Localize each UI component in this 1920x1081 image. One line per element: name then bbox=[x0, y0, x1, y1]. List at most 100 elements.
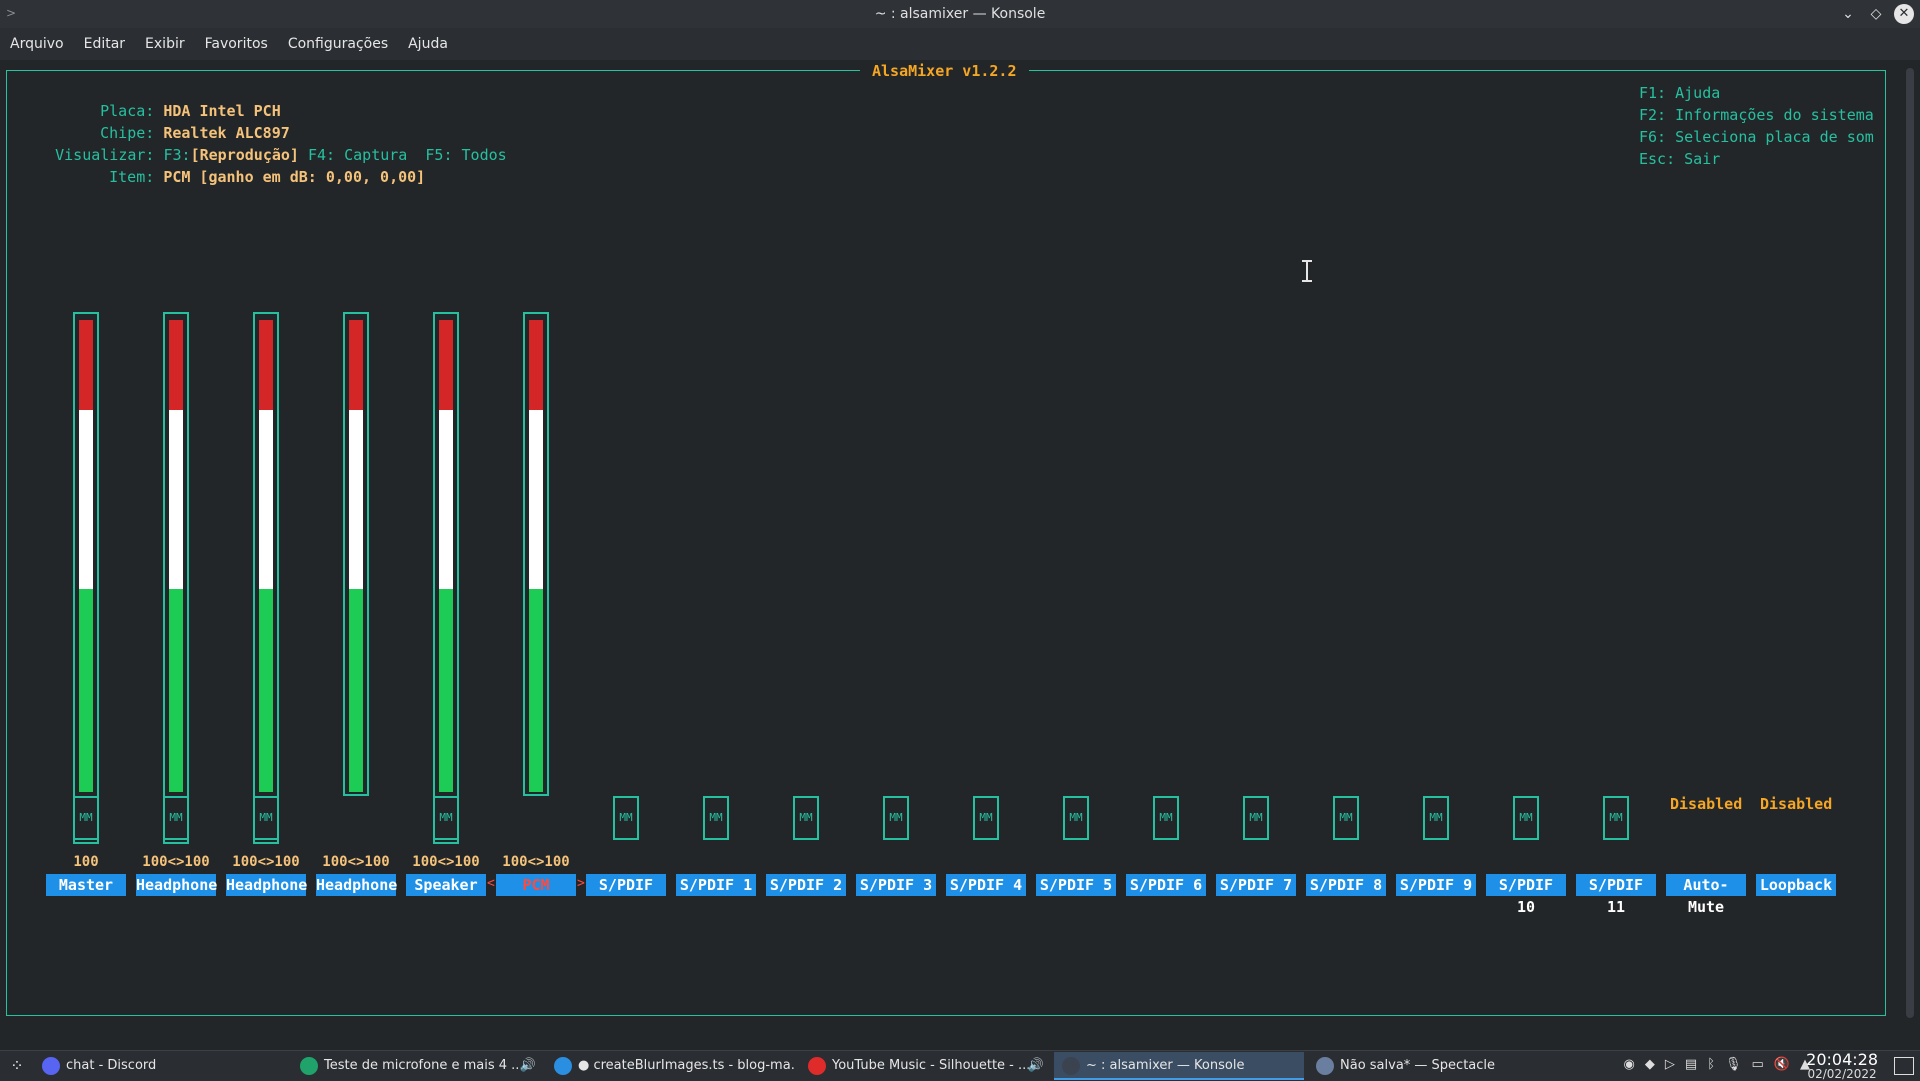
mute-toggle[interactable]: MM bbox=[1603, 796, 1629, 840]
channel-label[interactable]: S/PDIF 11 bbox=[1576, 874, 1656, 916]
mute-toggle[interactable]: MM bbox=[613, 796, 639, 840]
mute-toggle[interactable]: MM bbox=[1423, 796, 1449, 840]
taskbar-task[interactable]: ~ : alsamixer — Konsole bbox=[1054, 1052, 1304, 1080]
menu-arquivo[interactable]: Arquivo bbox=[10, 36, 64, 52]
konsole-icon bbox=[1062, 1057, 1080, 1075]
mute-toggle[interactable]: MM bbox=[253, 796, 279, 840]
taskbar-task-label: YouTube Music - Silhouette - ... bbox=[832, 1058, 1031, 1073]
taskbar-task[interactable]: ● createBlurImages.ts - blog-ma... bbox=[546, 1052, 796, 1080]
channel-label[interactable]: Headphone bbox=[136, 874, 217, 896]
mute-toggle[interactable]: MM bbox=[1153, 796, 1179, 840]
mute-toggle[interactable]: MM bbox=[1333, 796, 1359, 840]
mute-toggle[interactable]: MM bbox=[703, 796, 729, 840]
menu-editar[interactable]: Editar bbox=[84, 36, 125, 52]
menu-ajuda[interactable]: Ajuda bbox=[408, 36, 448, 52]
channel-label[interactable]: PCM bbox=[496, 874, 576, 896]
volume-muted-icon[interactable]: 🔇 bbox=[1774, 1057, 1790, 1072]
channel-label[interactable]: Speaker bbox=[406, 874, 486, 896]
channel-label[interactable]: Auto-Mute bbox=[1666, 874, 1746, 916]
volume-level-white bbox=[169, 409, 183, 590]
volume-slider[interactable] bbox=[253, 312, 279, 844]
clock-time: 20:04:28 bbox=[1806, 1050, 1878, 1069]
window-title: ~ : alsamixer — Konsole bbox=[874, 6, 1046, 22]
mute-toggle[interactable]: MM bbox=[1063, 796, 1089, 840]
channel-label[interactable]: Loopback bbox=[1756, 874, 1836, 896]
channel-label[interactable]: S/PDIF 7 bbox=[1216, 874, 1296, 896]
audio-playing-icon[interactable]: 🔊 bbox=[520, 1052, 536, 1080]
mute-toggle[interactable]: MM bbox=[793, 796, 819, 840]
channel-label[interactable]: S/PDIF 10 bbox=[1486, 874, 1566, 916]
channel-label[interactable]: S/PDIF 4 bbox=[946, 874, 1026, 896]
channel-label[interactable]: S/PDIF 1 bbox=[676, 874, 756, 896]
channel-label[interactable]: Headphone bbox=[226, 874, 307, 896]
channel-label[interactable]: S/PDIF 6 bbox=[1126, 874, 1206, 896]
volume-level-white bbox=[529, 409, 543, 590]
taskbar-task-label: ● createBlurImages.ts - blog-ma... bbox=[578, 1058, 796, 1073]
edge-icon bbox=[300, 1057, 318, 1075]
volume-value: 100<>100 bbox=[142, 854, 210, 870]
channel-label[interactable]: S/PDIF 9 bbox=[1396, 874, 1476, 896]
item-row: Item: PCM [ganho em dB: 0,00, 0,00] bbox=[73, 150, 425, 204]
minimize-button[interactable]: ⌄ bbox=[1838, 4, 1858, 24]
selection-arrow-left-icon: < bbox=[487, 876, 495, 891]
channel-label[interactable]: Master bbox=[46, 874, 126, 896]
mute-toggle[interactable]: MM bbox=[163, 796, 189, 840]
menu-bar: Arquivo Editar Exibir Favoritos Configur… bbox=[0, 28, 1920, 60]
mute-toggle[interactable]: MM bbox=[973, 796, 999, 840]
volume-slider[interactable] bbox=[433, 312, 459, 844]
discord-tray-icon[interactable]: ◆ bbox=[1645, 1057, 1655, 1072]
maximize-button[interactable]: ◇ bbox=[1866, 4, 1886, 24]
audio-playing-icon[interactable]: 🔊 bbox=[1028, 1052, 1044, 1080]
channel-label[interactable]: S/PDIF 8 bbox=[1306, 874, 1386, 896]
volume-level-red bbox=[439, 320, 453, 410]
volume-slider[interactable] bbox=[163, 312, 189, 844]
scrollbar[interactable] bbox=[1906, 68, 1914, 1018]
volume-value: 100<>100 bbox=[412, 854, 480, 870]
mute-toggle[interactable]: MM bbox=[1513, 796, 1539, 840]
volume-level-green bbox=[259, 589, 273, 792]
menu-configuracoes[interactable]: Configurações bbox=[288, 36, 388, 52]
help-esc: Esc: Sair bbox=[1639, 150, 1721, 168]
taskbar-task[interactable]: chat - Discord bbox=[34, 1052, 284, 1080]
app-launcher-icon[interactable]: ⁘ bbox=[6, 1055, 28, 1077]
menu-exibir[interactable]: Exibir bbox=[145, 36, 185, 52]
close-button[interactable]: ✕ bbox=[1894, 4, 1914, 24]
channel-label[interactable]: S/PDIF 2 bbox=[766, 874, 846, 896]
volume-level-green bbox=[169, 589, 183, 792]
mute-toggle[interactable]: MM bbox=[1243, 796, 1269, 840]
channel-label[interactable]: S/PDIF bbox=[586, 874, 666, 896]
mute-toggle[interactable]: MM bbox=[73, 796, 99, 840]
microphone-icon[interactable]: 🎙 bbox=[1725, 1057, 1742, 1072]
item-label: Item: bbox=[109, 168, 155, 186]
volume-level-red bbox=[259, 320, 273, 410]
clock[interactable]: 20:04:28 02/02/2022 bbox=[1806, 1050, 1878, 1081]
volume-slider[interactable] bbox=[73, 312, 99, 844]
taskbar-task[interactable]: YouTube Music - Silhouette - ... 🔊 bbox=[800, 1052, 1050, 1080]
volume-level-red bbox=[169, 320, 183, 410]
taskbar-task-label: chat - Discord bbox=[66, 1058, 157, 1073]
menu-favoritos[interactable]: Favoritos bbox=[205, 36, 268, 52]
volume-slider[interactable] bbox=[523, 312, 549, 796]
clipboard-icon[interactable]: ▤ bbox=[1685, 1057, 1697, 1072]
network-icon[interactable]: ▭ bbox=[1752, 1057, 1764, 1072]
title-bar: > ~ : alsamixer — Konsole ⌄ ◇ ✕ bbox=[0, 0, 1920, 28]
media-player-icon[interactable]: ▷ bbox=[1665, 1057, 1675, 1072]
selection-arrow-right-icon: > bbox=[577, 876, 585, 891]
system-tray: ◉ ◆ ▷ ▤ ᛒ 🎙 ▭ 🔇 ▲ bbox=[1624, 1057, 1810, 1072]
volume-slider[interactable] bbox=[343, 312, 369, 796]
taskbar-task[interactable]: Não salva* — Spectacle bbox=[1308, 1052, 1558, 1080]
help-f2: F2: Informações do sistema bbox=[1639, 106, 1874, 124]
bluetooth-icon[interactable]: ᛒ bbox=[1707, 1057, 1715, 1072]
show-desktop-button[interactable] bbox=[1894, 1057, 1914, 1075]
mute-toggle[interactable]: MM bbox=[433, 796, 459, 840]
terminal-area[interactable]: AlsaMixer v1.2.2 Placa: HDA Intel PCH Ch… bbox=[0, 60, 1920, 1050]
volume-value: 100<>100 bbox=[502, 854, 570, 870]
channel-label[interactable]: S/PDIF 3 bbox=[856, 874, 936, 896]
mute-toggle[interactable]: MM bbox=[883, 796, 909, 840]
volume-level-red bbox=[529, 320, 543, 410]
taskbar-task-label: Não salva* — Spectacle bbox=[1340, 1058, 1496, 1073]
channel-label[interactable]: Headphone bbox=[316, 874, 397, 896]
channel-label[interactable]: S/PDIF 5 bbox=[1036, 874, 1116, 896]
taskbar-task[interactable]: Teste de microfone e mais 4 ... 🔊 bbox=[292, 1052, 542, 1080]
update-icon[interactable]: ◉ bbox=[1624, 1057, 1635, 1072]
